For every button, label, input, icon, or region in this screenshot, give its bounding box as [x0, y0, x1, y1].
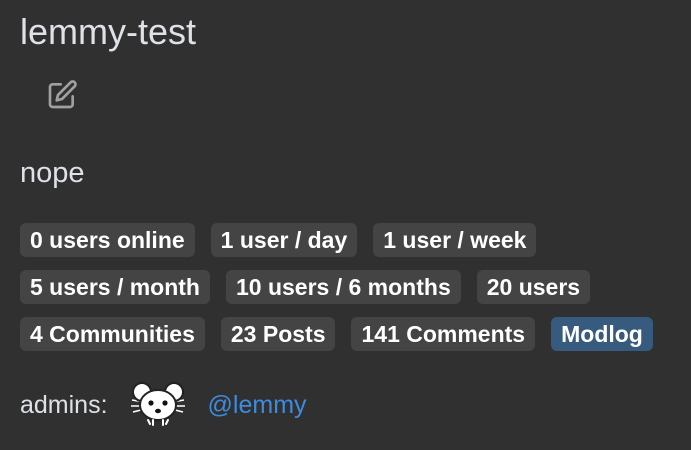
stats-row-users: 0 users online 1 user / day 1 user / wee…: [20, 223, 680, 257]
communities-badge: 4 Communities: [20, 317, 205, 351]
users-day-badge: 1 user / day: [210, 223, 358, 257]
stats-row-content: 4 Communities 23 Posts 141 Comments Modl…: [20, 317, 680, 351]
posts-badge: 23 Posts: [220, 317, 336, 351]
modlog-link[interactable]: Modlog: [551, 317, 653, 351]
edit-site-button[interactable]: [44, 78, 80, 114]
lemmy-mouse-avatar-icon[interactable]: [126, 380, 208, 431]
site-description: nope: [20, 157, 85, 189]
site-title: lemmy-test: [20, 11, 197, 52]
site-stats: 0 users online 1 user / day 1 user / wee…: [20, 223, 680, 364]
stats-row-users-long: 5 users / month 10 users / 6 months 20 u…: [20, 270, 680, 304]
users-total-badge: 20 users: [476, 270, 591, 304]
admins-list: admins: @lemmy: [20, 380, 307, 431]
comments-badge: 141 Comments: [351, 317, 536, 351]
users-month-badge: 5 users / month: [20, 270, 210, 304]
edit-icon: [46, 79, 78, 114]
users-online-badge: 0 users online: [20, 223, 195, 257]
admins-label: admins:: [20, 390, 108, 419]
users-6-months-badge: 10 users / 6 months: [225, 270, 461, 304]
users-week-badge: 1 user / week: [373, 223, 537, 257]
site-sidebar: lemmy-test nope 0 users online 1 user / …: [0, 0, 691, 450]
admin-user-link[interactable]: @lemmy: [208, 391, 307, 420]
